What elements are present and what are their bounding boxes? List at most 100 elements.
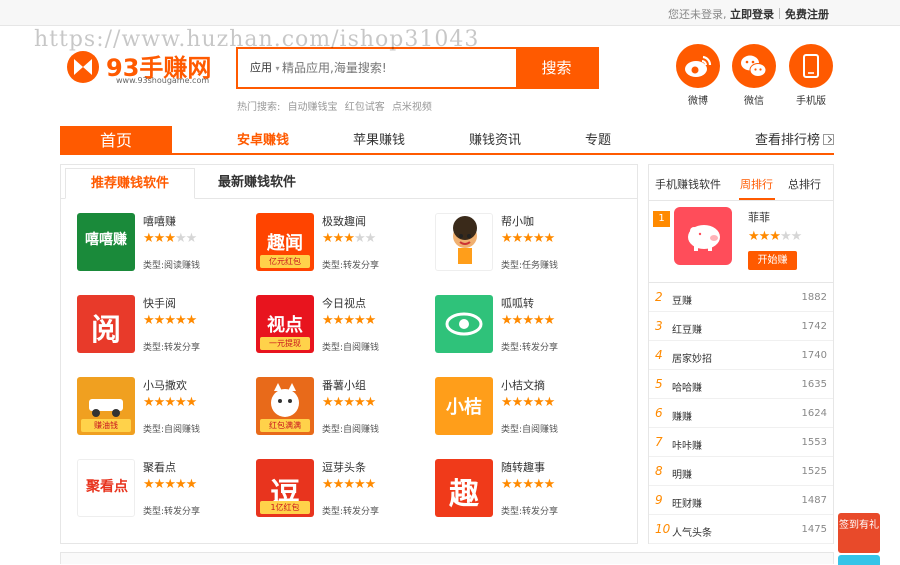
app-card[interactable]: 嘻嘻赚 嘻嘻赚 ★★★★★ 类型:阅读赚钱	[77, 213, 252, 275]
app-icon: 趣	[435, 459, 493, 517]
nav-home[interactable]: 首页	[60, 126, 172, 155]
star-icon: ★	[164, 231, 176, 246]
app-card[interactable]: 呱呱转 ★★★★★ 类型:转发分享	[435, 295, 610, 357]
ranking-row[interactable]: 7 咔咔赚 1553	[649, 428, 833, 457]
ranking-top-item[interactable]: 1 菲菲 ★★★★★ 开始赚	[649, 201, 833, 283]
mobile-link[interactable]: 手机版	[788, 44, 834, 107]
app-icon-text: 聚看点	[86, 479, 128, 495]
rank-app-name: 赚赚	[672, 412, 692, 423]
register-link[interactable]: 免费注册	[785, 8, 829, 21]
tab-recommended[interactable]: 推荐赚钱软件	[65, 168, 195, 199]
rank-number: 2	[655, 290, 663, 304]
hot-item[interactable]: 红包试客	[345, 102, 385, 113]
app-name[interactable]: 番薯小组	[322, 377, 366, 393]
login-link[interactable]: 立即登录	[730, 8, 774, 21]
nav-news[interactable]: 赚钱资讯	[469, 126, 521, 155]
star-icon: ★	[501, 231, 513, 246]
app-rating: ★★★★★	[501, 313, 555, 328]
sign-in-gift-button[interactable]: 签到有礼	[838, 513, 880, 553]
app-card[interactable]: 红包满满 番薯小组 ★★★★★ 类型:自阅赚钱	[256, 377, 431, 439]
tab-total[interactable]: 总排行	[788, 176, 821, 192]
app-icon: 红包满满	[256, 377, 314, 435]
star-icon: ★	[343, 231, 355, 246]
ranking-row[interactable]: 9 旺财赚 1487	[649, 486, 833, 515]
star-icon: ★	[185, 477, 198, 492]
hot-item[interactable]: 点米视频	[392, 102, 432, 113]
site-logo[interactable]: 93手赚网 www.93shougame.com	[66, 50, 226, 90]
star-icon: ★	[501, 313, 513, 328]
rank-count: 1882	[801, 292, 827, 303]
tab-newest[interactable]: 最新赚钱软件	[207, 168, 307, 199]
nav-apple[interactable]: 苹果赚钱	[353, 126, 405, 155]
star-icon: ★	[143, 395, 155, 410]
app-icon: 阅	[77, 295, 135, 353]
ranking-row[interactable]: 4 居家妙招 1740	[649, 341, 833, 370]
app-card[interactable]: 视点 一元提现 今日视点 ★★★★★ 类型:自阅赚钱	[256, 295, 431, 357]
hot-label: 热门搜索:	[237, 102, 281, 113]
wechat-link[interactable]: 微信	[731, 44, 777, 107]
ranking-row[interactable]: 10 人气头条 1475	[649, 515, 833, 544]
app-name[interactable]: 聚看点	[143, 459, 176, 475]
app-icon: 趣闻 亿元红包	[256, 213, 314, 271]
star-icon: ★	[332, 231, 345, 246]
nav-android[interactable]: 安卓赚钱	[237, 126, 289, 155]
star-icon: ★	[164, 477, 176, 492]
app-card[interactable]: 赚油钱 小马撒欢 ★★★★★ 类型:自阅赚钱	[77, 377, 252, 439]
app-name[interactable]: 小马撒欢	[143, 377, 187, 393]
weibo-link[interactable]: 微博	[675, 44, 721, 107]
tab-weekly[interactable]: 周排行	[740, 176, 773, 192]
app-icon-graphic	[453, 216, 477, 264]
app-card[interactable]: 趣闻 亿元红包 极致趣闻 ★★★★★ 类型:转发分享	[256, 213, 431, 275]
app-rating: ★★★★★	[322, 477, 376, 492]
star-icon: ★	[364, 395, 377, 410]
hot-searches: 热门搜索: 自动赚钱宝 红包试客 点米视频	[237, 98, 436, 113]
app-card[interactable]: 趣随转趣事 ★★★★★ 类型:转发分享	[435, 459, 610, 521]
ranking-row[interactable]: 6 赚赚 1624	[649, 399, 833, 428]
start-earn-button[interactable]: 开始赚	[748, 251, 797, 270]
app-name[interactable]: 嘻嘻赚	[143, 213, 176, 229]
app-name[interactable]: 快手阅	[143, 295, 176, 311]
search-category-select[interactable]: 应用 ▾	[238, 49, 282, 87]
ranking-row[interactable]: 3 红豆赚 1742	[649, 312, 833, 341]
app-type: 类型:自阅赚钱	[322, 425, 380, 435]
app-card[interactable]: 帮小咖 ★★★★★ 类型:任务赚钱	[435, 213, 610, 275]
app-icon-caption: 一元提现	[260, 337, 310, 350]
ranking-row[interactable]: 5 哈哈赚 1635	[649, 370, 833, 399]
wechat-icon	[732, 44, 776, 88]
rank-number: 10	[655, 522, 671, 536]
nav-rank[interactable]: 查看排行榜	[755, 126, 834, 155]
nav-topics[interactable]: 专题	[585, 126, 611, 155]
star-icon: ★	[343, 395, 355, 410]
next-section	[60, 552, 834, 564]
app-name[interactable]: 随转趣事	[501, 459, 545, 475]
app-icon: 逗 1亿红包	[256, 459, 314, 517]
rank-app-name: 旺财赚	[672, 499, 702, 510]
app-type: 类型:转发分享	[322, 507, 380, 517]
ranking-row[interactable]: 8 明赚 1525	[649, 457, 833, 486]
app-card[interactable]: 小桔 小桔文摘 ★★★★★ 类型:自阅赚钱	[435, 377, 610, 439]
app-name[interactable]: 极致趣闻	[322, 213, 366, 229]
app-icon-caption: 赚油钱	[81, 419, 131, 432]
app-card[interactable]: 阅快手阅 ★★★★★ 类型:转发分享	[77, 295, 252, 357]
app-rating: ★★★★★	[143, 313, 197, 328]
app-type: 类型:转发分享	[501, 343, 559, 353]
app-type: 类型:自阅赚钱	[501, 425, 559, 435]
hot-item[interactable]: 自动赚钱宝	[288, 102, 338, 113]
app-card[interactable]: 逗 1亿红包 逗芽头条 ★★★★★ 类型:转发分享	[256, 459, 431, 521]
chevron-right-icon	[823, 134, 834, 145]
app-name[interactable]: 帮小咖	[501, 213, 534, 229]
star-icon: ★	[353, 313, 366, 328]
app-name[interactable]: 逗芽头条	[322, 459, 366, 475]
star-icon: ★	[364, 231, 377, 246]
star-icon: ★	[532, 477, 545, 492]
app-name[interactable]: 今日视点	[322, 295, 366, 311]
rank-count: 1740	[801, 350, 827, 361]
app-name[interactable]: 呱呱转	[501, 295, 534, 311]
ranking-row[interactable]: 2 豆赚 1882	[649, 283, 833, 312]
search-input[interactable]	[282, 57, 512, 79]
app-card[interactable]: 聚看点 聚看点 ★★★★★ 类型:转发分享	[77, 459, 252, 521]
star-icon: ★	[532, 231, 545, 246]
app-name[interactable]: 小桔文摘	[501, 377, 545, 393]
star-icon: ★	[353, 477, 366, 492]
search-button[interactable]: 搜索	[516, 49, 597, 87]
